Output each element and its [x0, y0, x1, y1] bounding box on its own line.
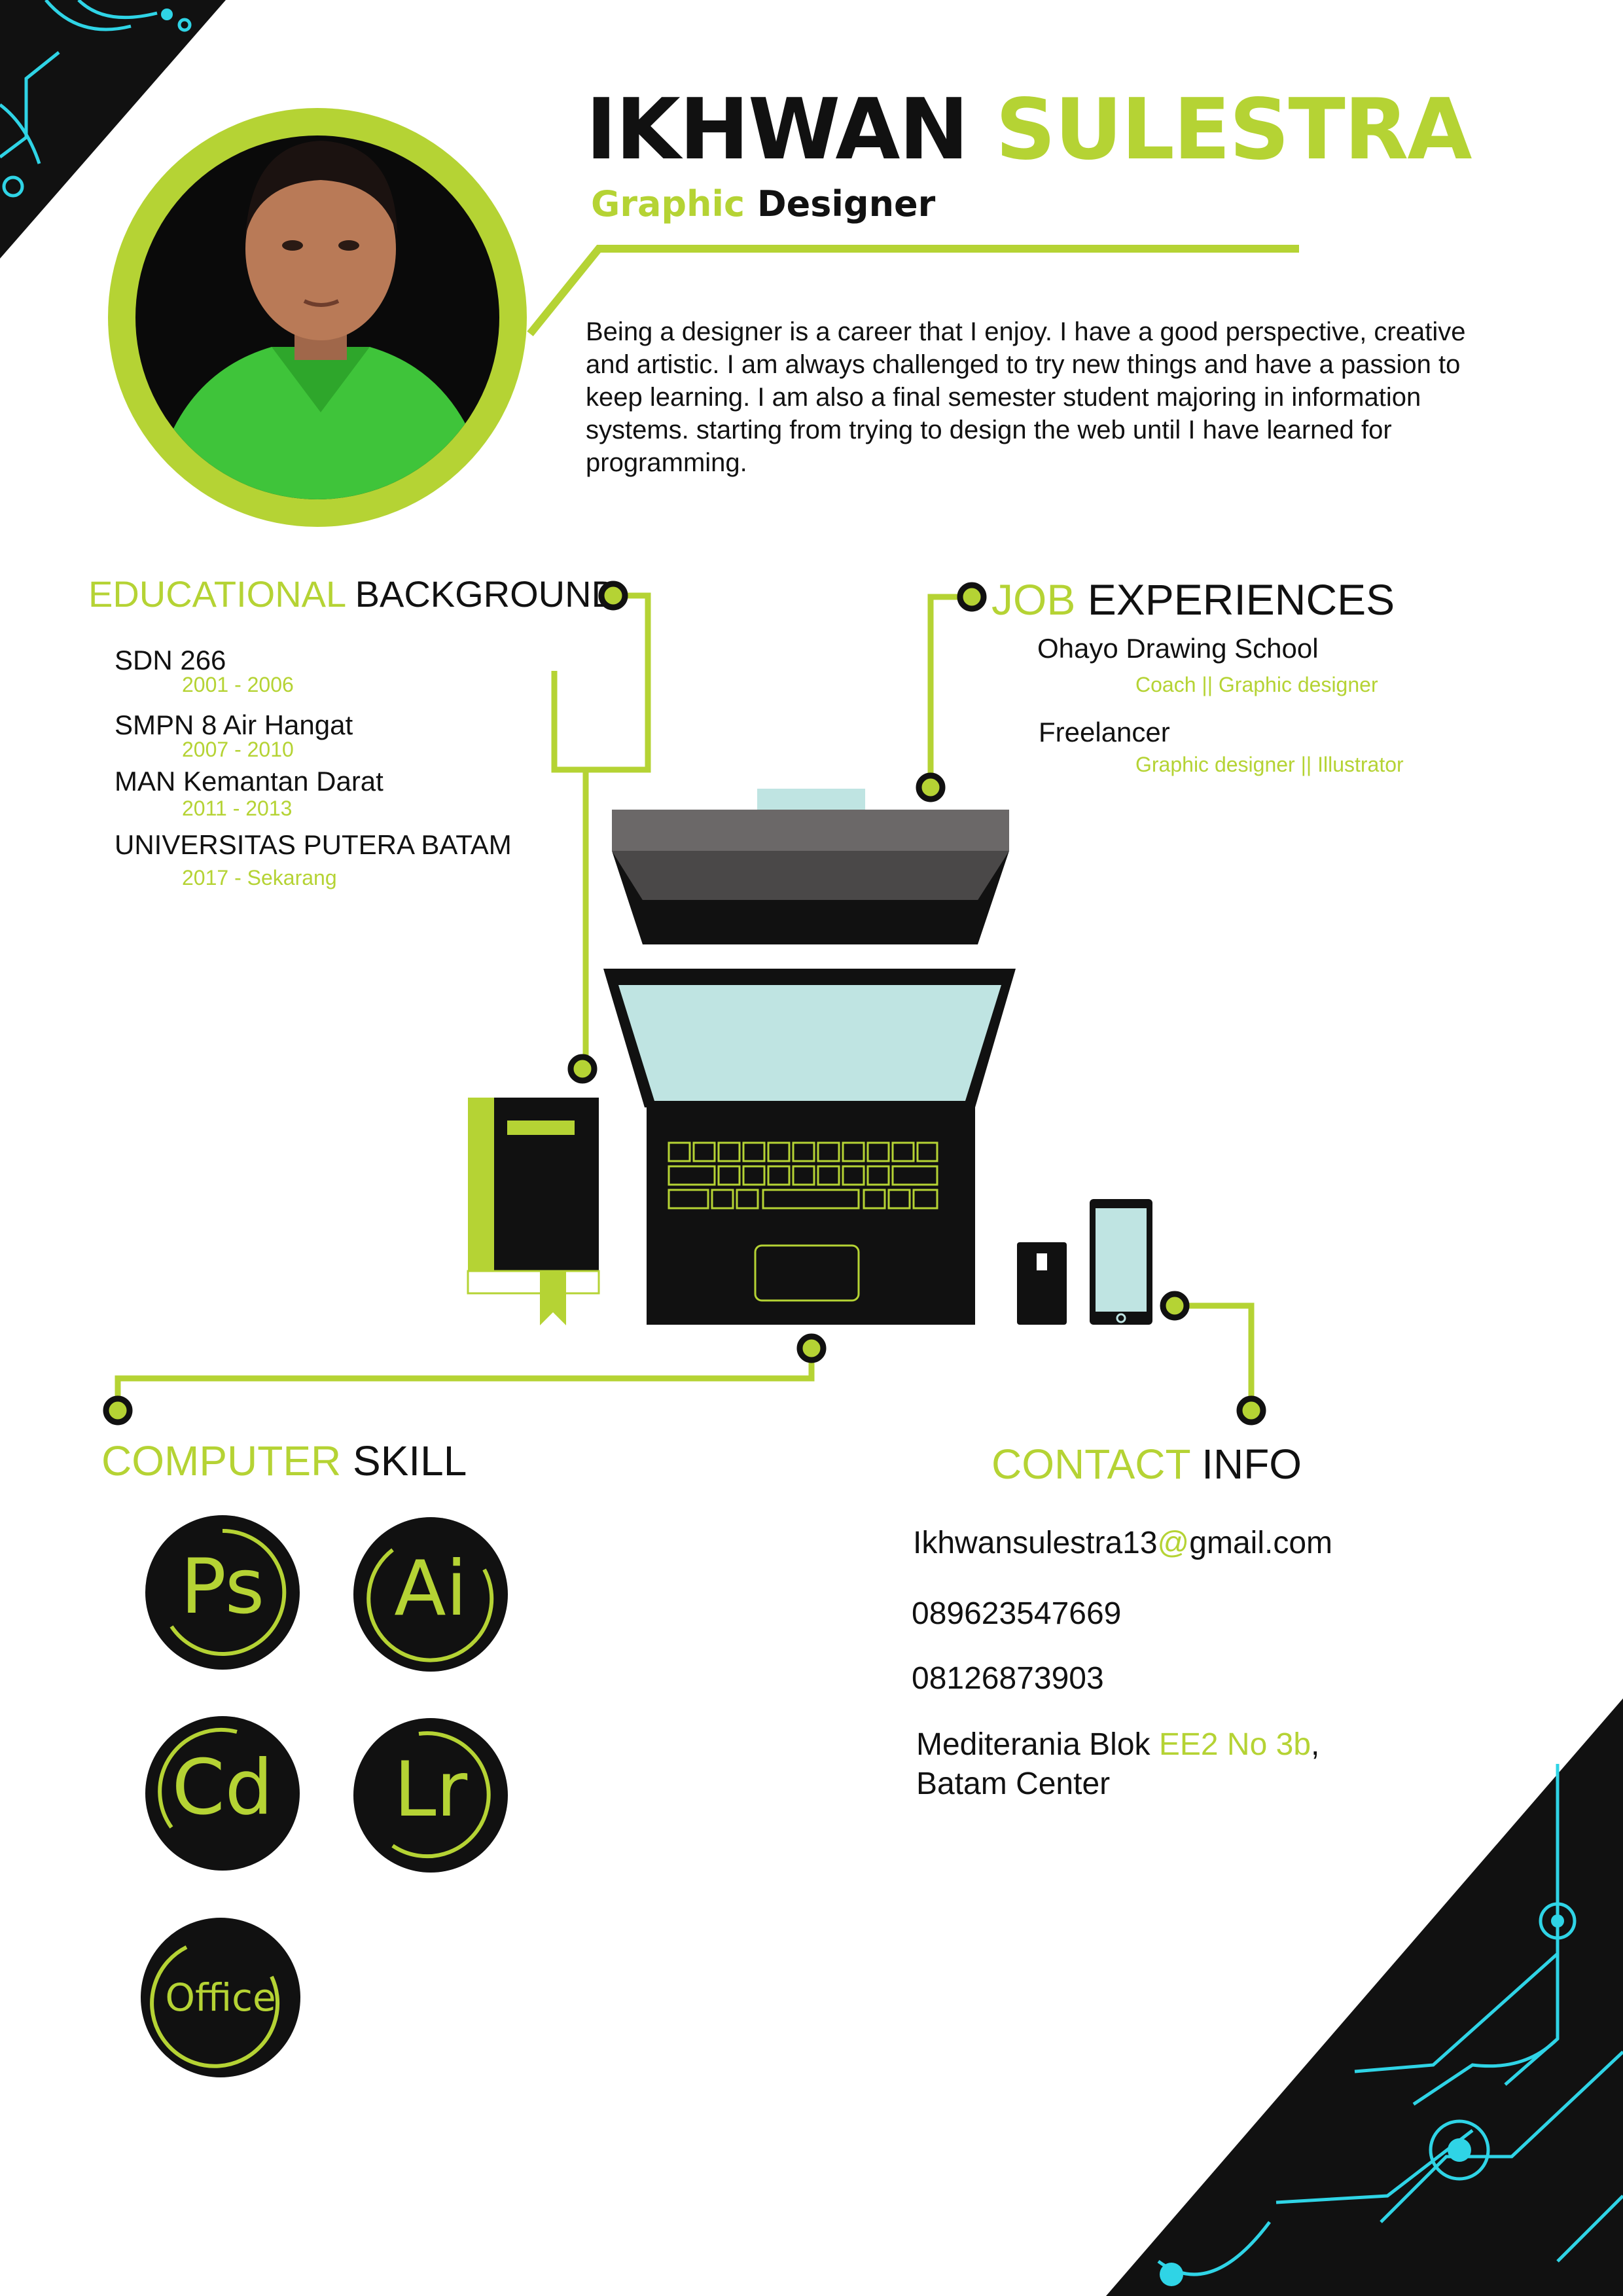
contact-title: CONTACT INFO [991, 1443, 1302, 1485]
role-heading: Graphic Designer [591, 187, 935, 222]
bio-paragraph: Being a designer is a career that I enjo… [586, 317, 1466, 477]
skill-label: Ai [394, 1545, 467, 1633]
email-domain: gmail.com [1189, 1526, 1332, 1560]
address-street: Mediterania Blok [916, 1727, 1159, 1762]
skill-title-highlight: COMPUTER [101, 1437, 342, 1484]
profile-photo [108, 108, 527, 527]
contact-title-highlight: CONTACT [991, 1441, 1190, 1488]
skill-connector [115, 1348, 815, 1410]
address-line-2: Batam Center [916, 1767, 1111, 1801]
smartphone-icon [1090, 1199, 1152, 1325]
illustrator-icon: Ai [353, 1517, 508, 1672]
briefcase-icon [612, 789, 1009, 944]
address-line-1: Mediterania Blok EE2 No 3b, [916, 1725, 1319, 1765]
role-rest: Designer [757, 183, 936, 224]
first-name: IKHWAN [586, 81, 969, 179]
skill-label: Lr [393, 1746, 468, 1834]
skill-label: Cd [171, 1744, 274, 1832]
workspace-illustration [103, 581, 1266, 1426]
book-icon [467, 1098, 600, 1325]
email-at: @ [1157, 1526, 1190, 1560]
address-block: EE2 No 3b [1158, 1727, 1311, 1762]
skill-title-rest: SKILL [353, 1437, 467, 1484]
lightroom-icon: Lr [353, 1718, 508, 1873]
skill-label: Office [165, 1975, 276, 2020]
role-highlight: Graphic [591, 183, 745, 224]
photoshop-icon: Ps [145, 1515, 300, 1670]
skill-label: Ps [180, 1543, 265, 1631]
contact-connector [1175, 1302, 1255, 1410]
last-name: SULESTRA [995, 81, 1472, 179]
laptop-icon [603, 969, 1016, 1325]
name-heading: IKHWAN SULESTRA [586, 88, 1472, 172]
email-user: Ikhwansulestra13 [913, 1526, 1158, 1560]
address-comma: , [1311, 1727, 1320, 1762]
contact-phone[interactable]: 08126873903 [912, 1659, 1104, 1698]
phone-icon [1017, 1242, 1067, 1325]
coreldraw-icon: Cd [145, 1716, 300, 1871]
skill-title: COMPUTER SKILL [101, 1440, 467, 1482]
education-connector [551, 592, 651, 773]
contact-email[interactable]: Ikhwansulestra13@gmail.com [913, 1524, 1332, 1563]
contact-title-rest: INFO [1202, 1441, 1302, 1488]
contact-phone[interactable]: 089623547669 [912, 1594, 1121, 1634]
office-icon: Office [141, 1918, 300, 2077]
contact-address: Mediterania Blok EE2 No 3b, Batam Center [916, 1725, 1319, 1804]
job-connector [927, 594, 972, 787]
